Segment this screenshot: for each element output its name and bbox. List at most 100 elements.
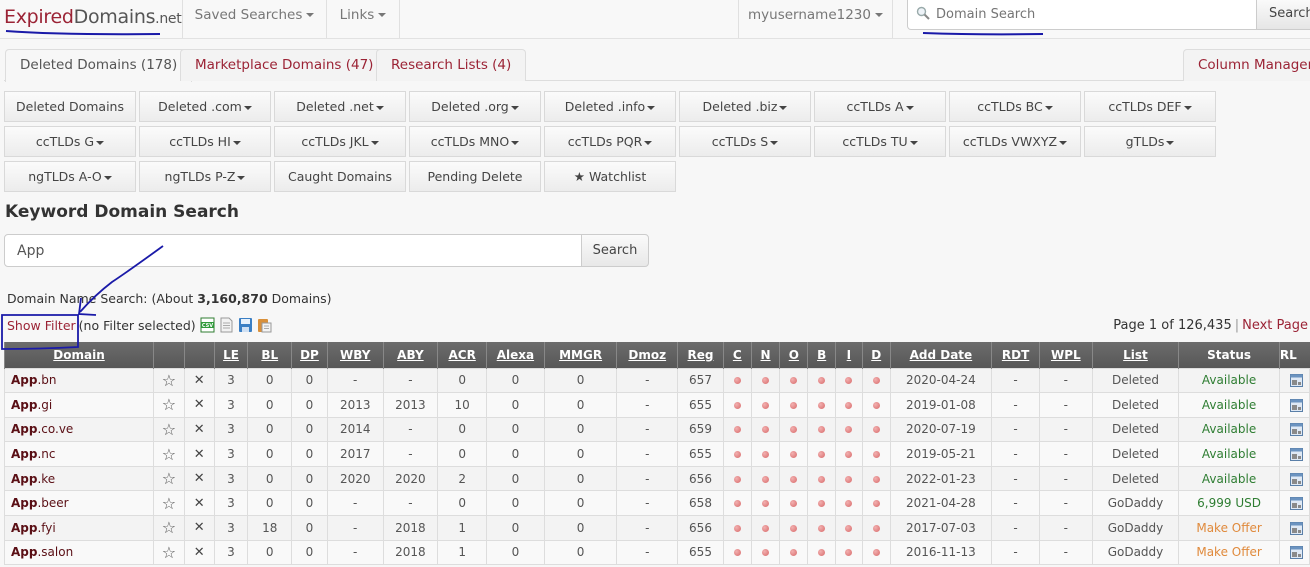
column-header-i[interactable]: I (835, 342, 863, 368)
category-button[interactable]: ngTLDs P-Z (139, 161, 271, 192)
category-button[interactable]: Deleted .biz (679, 91, 811, 122)
star-outline-icon[interactable]: ☆ (162, 543, 176, 562)
column-header-acr[interactable]: ACR (437, 342, 487, 368)
column-header-alexa[interactable]: Alexa (486, 342, 545, 368)
column-header-mmgr[interactable]: MMGR (543, 342, 617, 368)
column-header-o[interactable]: O (779, 342, 808, 368)
nav-links[interactable]: Links (326, 0, 400, 38)
column-header-rdt[interactable]: RDT (991, 342, 1040, 368)
column-header-dp[interactable]: DP (291, 342, 328, 368)
x-icon[interactable]: ✕ (194, 373, 205, 388)
nav-user-menu[interactable]: myusername1230 (738, 0, 893, 38)
column-header-c[interactable]: C (722, 342, 752, 368)
keyword-search-button[interactable]: Search (581, 234, 649, 267)
star-outline-icon[interactable]: ☆ (162, 395, 176, 414)
category-button[interactable]: ngTLDs A-O (4, 161, 136, 192)
column-header-wpl[interactable]: WPL (1038, 342, 1093, 368)
registrar-lookup-icon[interactable] (1289, 374, 1303, 388)
domain-search-button[interactable]: Search (1256, 0, 1310, 30)
show-filter-link[interactable]: Show Filter (7, 318, 76, 333)
text-file-icon[interactable] (219, 317, 234, 333)
x-icon[interactable]: ✕ (194, 447, 205, 462)
category-button[interactable]: ccTLDs VWXYZ (949, 126, 1081, 157)
category-button[interactable]: Deleted .net (274, 91, 406, 122)
category-button[interactable]: ccTLDs PQR (544, 126, 676, 157)
star-outline-icon[interactable]: ☆ (162, 445, 176, 464)
x-icon[interactable]: ✕ (194, 471, 205, 486)
registrar-lookup-icon[interactable] (1289, 497, 1303, 511)
domain-cell[interactable]: App.beer (3, 490, 155, 517)
registrar-lookup-icon[interactable] (1289, 546, 1303, 560)
domain-cell[interactable]: App.gi (3, 392, 155, 418)
column-header-add-date[interactable]: Add Date (889, 342, 992, 368)
caret-down-icon (779, 105, 788, 110)
clipboard-icon[interactable] (257, 317, 272, 333)
next-page-link[interactable]: Next Page (1242, 318, 1308, 333)
category-button[interactable]: ccTLDs MNO (409, 126, 541, 157)
column-header-reg[interactable]: Reg (677, 342, 724, 368)
registrar-lookup-icon[interactable] (1289, 521, 1303, 535)
category-button[interactable]: ccTLDs S (679, 126, 811, 157)
column-header-n[interactable]: N (750, 342, 780, 368)
category-button[interactable]: Deleted .org (409, 91, 541, 122)
x-icon[interactable]: ✕ (194, 496, 205, 511)
keyword-search-input[interactable] (5, 235, 581, 266)
column-header-b[interactable]: B (807, 342, 836, 368)
column-header-dmoz[interactable]: Dmoz (616, 342, 678, 368)
category-button[interactable]: Deleted Domains (4, 91, 136, 122)
save-icon[interactable] (238, 317, 253, 333)
column-header-wby[interactable]: WBY (326, 342, 384, 368)
status-text[interactable]: Make Offer (1196, 521, 1261, 535)
star-outline-icon[interactable]: ☆ (162, 420, 176, 439)
registrar-lookup-icon[interactable] (1289, 423, 1303, 437)
category-button[interactable]: Deleted .com (139, 91, 271, 122)
domain-cell[interactable]: App.salon (3, 539, 155, 566)
x-icon[interactable]: ✕ (194, 397, 205, 412)
category-button[interactable]: ccTLDs G (4, 126, 136, 157)
category-button[interactable]: ★ Watchlist (544, 161, 676, 192)
category-button[interactable]: Caught Domains (274, 161, 406, 192)
category-button[interactable]: ccTLDs JKL (274, 126, 406, 157)
x-icon[interactable]: ✕ (194, 545, 205, 560)
nav-saved-searches[interactable]: Saved Searches (182, 0, 326, 38)
category-button[interactable]: ccTLDs DEF (1084, 91, 1216, 122)
category-button[interactable]: gTLDs (1084, 126, 1216, 157)
acr-cell: 2 (437, 465, 488, 492)
category-button[interactable]: ccTLDs TU (814, 126, 946, 157)
domain-cell[interactable]: App.co.ve (3, 416, 155, 443)
domain-cell[interactable]: App.bn (3, 367, 155, 394)
column-manager-button[interactable]: Column Manager (1183, 49, 1310, 81)
category-button[interactable]: Pending Delete (409, 161, 541, 192)
tab-research-lists[interactable]: Research Lists (4) (376, 49, 527, 81)
category-button[interactable]: ccTLDs A (814, 91, 946, 122)
column-header-aby[interactable]: ABY (382, 342, 438, 368)
column-header-list[interactable]: List (1091, 342, 1179, 368)
registrar-lookup-icon[interactable] (1289, 472, 1303, 486)
column-header-domain[interactable]: Domain (3, 342, 154, 368)
csv-icon[interactable]: CSV (200, 317, 215, 333)
category-button[interactable]: Deleted .info (544, 91, 676, 122)
domain-cell[interactable]: App.fyi (3, 515, 155, 541)
brand-logo[interactable]: ExpiredDomains.net (4, 6, 182, 28)
status-text[interactable]: Make Offer (1196, 545, 1261, 559)
column-header-d[interactable]: D (861, 342, 891, 368)
tab-deleted-domains[interactable]: Deleted Domains (178) (5, 49, 193, 82)
star-outline-icon[interactable]: ☆ (162, 371, 176, 390)
category-button[interactable]: ccTLDs BC (949, 91, 1081, 122)
domain-search-input[interactable] (908, 0, 1256, 28)
category-button[interactable]: ccTLDs HI (139, 126, 271, 157)
star-outline-icon[interactable]: ☆ (162, 518, 176, 537)
domain-cell[interactable]: App.nc (3, 441, 155, 467)
x-icon[interactable]: ✕ (194, 422, 205, 437)
registrar-lookup-icon[interactable] (1289, 398, 1303, 412)
mmgr-cell: 0 (543, 539, 618, 566)
tab-marketplace-domains[interactable]: Marketplace Domains (47) (180, 49, 389, 81)
status-text[interactable]: 6,999 USD (1197, 496, 1261, 510)
column-header-bl[interactable]: BL (247, 342, 292, 368)
x-icon[interactable]: ✕ (194, 520, 205, 535)
star-outline-icon[interactable]: ☆ (162, 494, 176, 513)
star-outline-icon[interactable]: ☆ (162, 469, 176, 488)
column-header-le[interactable]: LE (213, 342, 248, 368)
registrar-lookup-icon[interactable] (1289, 448, 1303, 462)
domain-cell[interactable]: App.ke (3, 465, 155, 492)
